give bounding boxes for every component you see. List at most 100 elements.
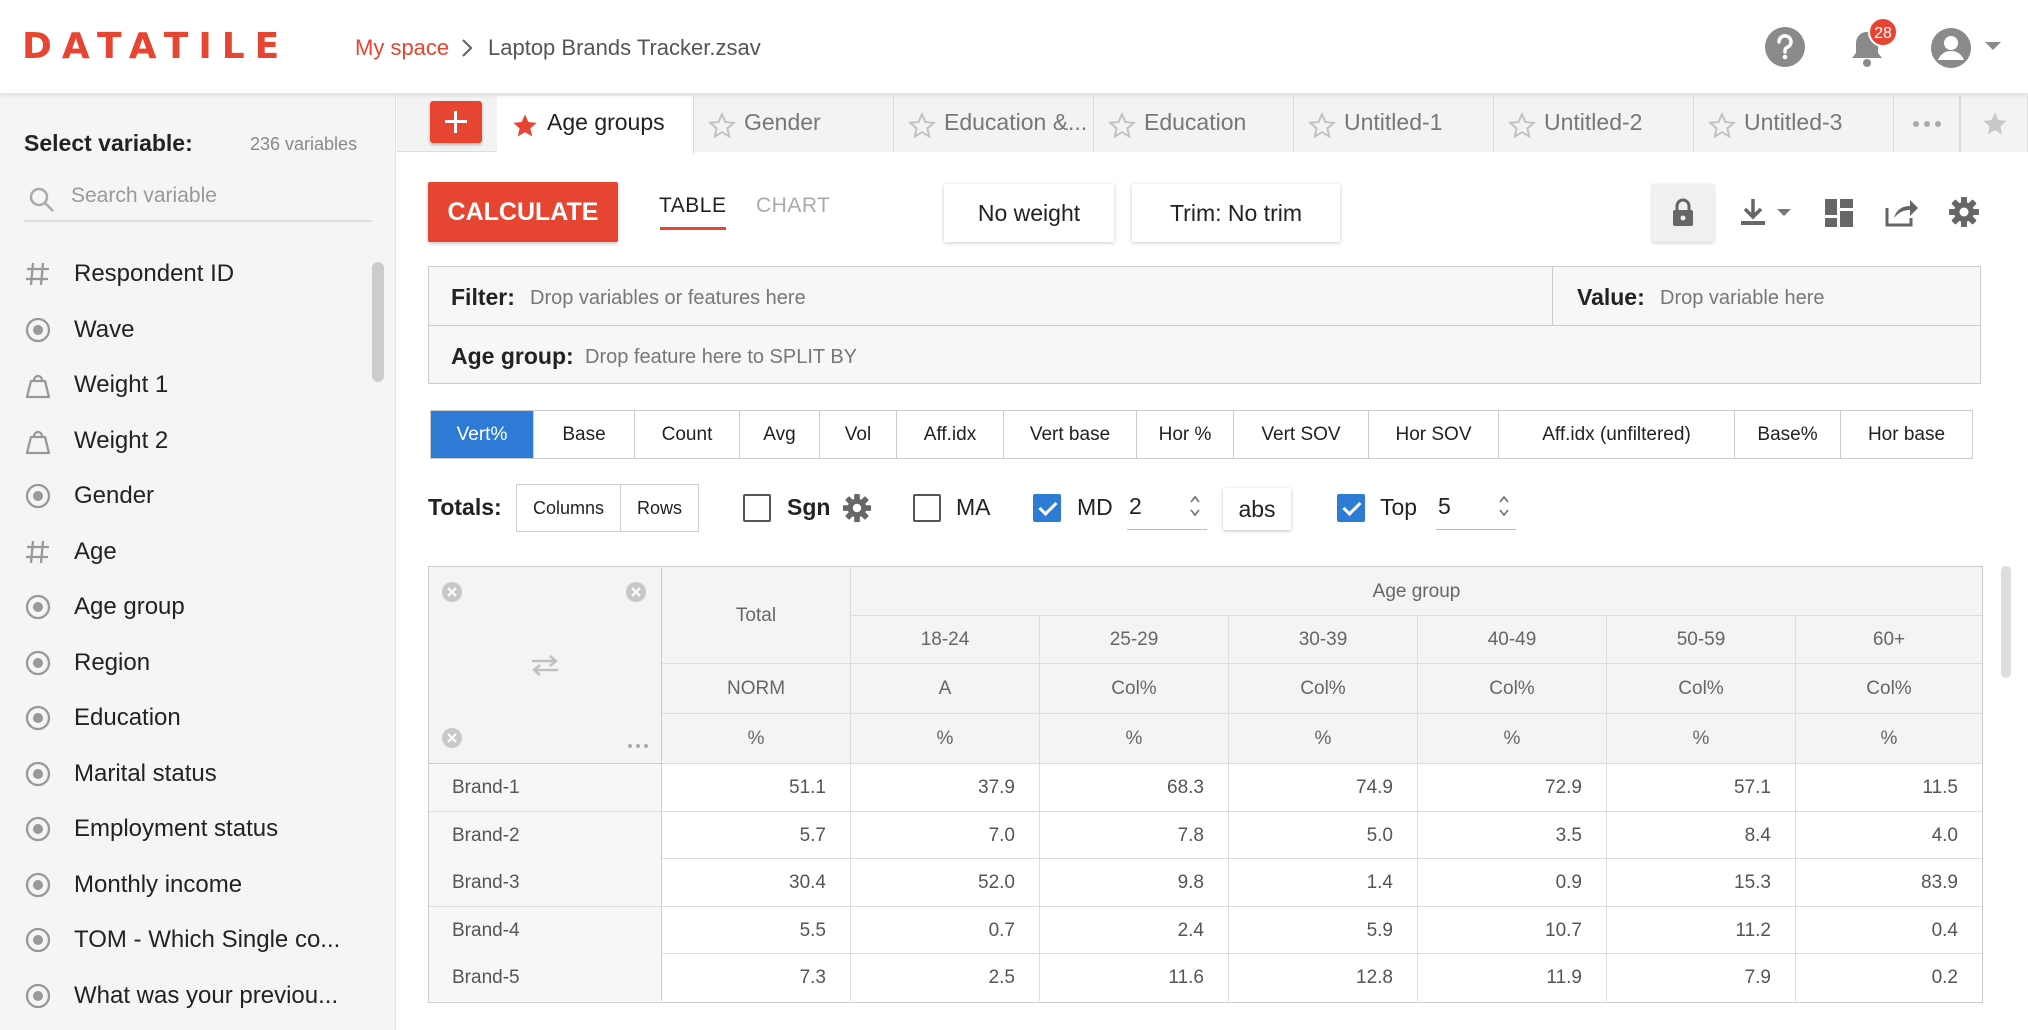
trim-selector[interactable]: Trim: No trim [1132,184,1340,242]
table-cell[interactable]: 37.9 [851,764,1040,811]
abs-button[interactable]: abs [1223,488,1291,530]
mode-base[interactable]: Base% [1735,411,1841,458]
settings-icon[interactable] [1948,196,1980,228]
breadcrumb-my-space[interactable]: My space [355,34,449,62]
sgn-checkbox[interactable] [743,494,771,522]
help-icon[interactable] [1764,26,1806,68]
table-scrollbar[interactable] [2001,566,2011,678]
tab-7[interactable]: Untitled-3 [1694,96,1894,152]
chart-view-tab[interactable]: CHART [756,194,830,218]
table-view-tab[interactable]: TABLE [659,194,727,230]
sidebar-item[interactable]: Wave [0,302,370,358]
mode-count[interactable]: Count [635,411,740,458]
md-checkbox[interactable] [1033,494,1061,522]
remove-column-var-icon[interactable] [441,581,463,603]
sidebar-item[interactable]: Age [0,524,370,580]
table-cell[interactable]: 7.8 [1040,811,1229,859]
value-drop-zone[interactable]: Drop variable here [1660,287,1825,310]
remove-stat-icon[interactable] [441,727,463,749]
sidebar-item[interactable]: Respondent ID [0,246,370,302]
mode-vol[interactable]: Vol [820,411,897,458]
sidebar-item[interactable]: Weight 2 [0,413,370,469]
download-icon[interactable] [1738,196,1768,228]
mode-hor-base[interactable]: Hor base [1841,411,1972,458]
mode-vert-base[interactable]: Vert base [1004,411,1137,458]
table-cell[interactable]: 11.2 [1607,906,1796,954]
table-cell[interactable]: 0.7 [851,906,1040,954]
tab-5[interactable]: Untitled-1 [1294,96,1494,152]
totals-columns-button[interactable]: Columns [517,485,622,531]
add-tab-button[interactable] [430,101,482,143]
row-label[interactable]: Brand-4 [429,906,662,954]
sidebar-item[interactable]: Age group [0,579,370,635]
datatile-logo[interactable]: DATATILE [22,29,289,65]
lock-button[interactable] [1652,184,1714,242]
row-label[interactable]: Brand-3 [429,859,662,907]
table-cell[interactable]: 1.4 [1229,859,1418,907]
sidebar-item[interactable]: TOM - Which Single co... [0,912,370,968]
table-cell[interactable]: 30.4 [662,859,851,907]
stepper-arrows-icon[interactable] [1498,492,1510,520]
sidebar-scrollbar[interactable] [372,262,384,382]
top-stepper[interactable]: 5 [1436,484,1516,530]
table-cell[interactable]: 11.5 [1796,764,1982,811]
tab-4[interactable]: Education [1094,96,1294,152]
sidebar-item[interactable]: Weight 1 [0,357,370,413]
row-label[interactable]: Brand-1 [429,764,662,811]
table-cell[interactable]: 15.3 [1607,859,1796,907]
sidebar-item[interactable]: Employment status [0,801,370,857]
sidebar-item[interactable]: Marital status [0,746,370,802]
table-cell[interactable]: 68.3 [1040,764,1229,811]
tab-1[interactable]: Age groups [497,96,694,154]
sidebar-item[interactable]: Monthly income [0,857,370,913]
table-cell[interactable]: 72.9 [1418,764,1607,811]
md-stepper[interactable]: 2 [1127,484,1207,530]
table-cell[interactable]: 5.0 [1229,811,1418,859]
table-cell[interactable]: 51.1 [662,764,851,811]
mode-base[interactable]: Base [534,411,635,458]
table-cell[interactable]: 5.5 [662,906,851,954]
table-cell[interactable]: 5.9 [1229,906,1418,954]
table-cell[interactable]: 4.0 [1796,812,1982,859]
totals-rows-button[interactable]: Rows [621,485,698,531]
download-dropdown-icon[interactable] [1776,208,1792,218]
ma-checkbox[interactable] [913,494,941,522]
table-cell[interactable]: 52.0 [851,859,1040,907]
table-cell[interactable]: 11.9 [1418,954,1607,1002]
table-cell[interactable]: 57.1 [1607,764,1796,811]
table-cell[interactable]: 83.9 [1796,859,1982,906]
table-cell[interactable]: 12.8 [1229,954,1418,1002]
top-checkbox[interactable] [1337,494,1365,522]
table-cell[interactable]: 5.7 [662,811,851,859]
table-cell[interactable]: 2.4 [1040,906,1229,954]
dashboard-icon[interactable] [1824,198,1854,228]
row-label[interactable]: Brand-2 [429,811,662,859]
table-cell[interactable]: 7.9 [1607,954,1796,1002]
mode-aff-idx[interactable]: Aff.idx [897,411,1004,458]
row-label[interactable]: Brand-5 [429,954,662,1002]
mode-hor[interactable]: Hor % [1137,411,1234,458]
chevron-down-icon[interactable] [1984,40,2002,52]
mode-vert-sov[interactable]: Vert SOV [1234,411,1369,458]
calculate-button[interactable]: CALCULATE [428,182,618,242]
swap-axes-icon[interactable] [529,653,561,677]
tab-6[interactable]: Untitled-2 [1494,96,1694,152]
share-icon[interactable] [1884,196,1920,228]
stepper-arrows-icon[interactable] [1189,492,1201,520]
mode-hor-sov[interactable]: Hor SOV [1369,411,1499,458]
remove-row-var-icon[interactable] [625,581,647,603]
table-cell[interactable]: 0.4 [1796,907,1982,954]
sidebar-item[interactable]: Education [0,690,370,746]
mode-avg[interactable]: Avg [740,411,820,458]
mode-vert[interactable]: Vert% [431,411,534,458]
filter-drop-zone[interactable]: Drop variables or features here [530,287,806,310]
tab-2[interactable]: Gender [694,96,894,152]
table-cell[interactable]: 0.9 [1418,859,1607,907]
starred-tabs-button[interactable] [1960,96,2028,152]
table-cell[interactable]: 7.3 [662,954,851,1002]
table-cell[interactable]: 3.5 [1418,811,1607,859]
user-icon[interactable] [1930,27,1972,69]
table-cell[interactable]: 11.6 [1040,954,1229,1002]
notification-badge[interactable]: 28 [1868,17,1898,47]
table-cell[interactable]: 74.9 [1229,764,1418,811]
